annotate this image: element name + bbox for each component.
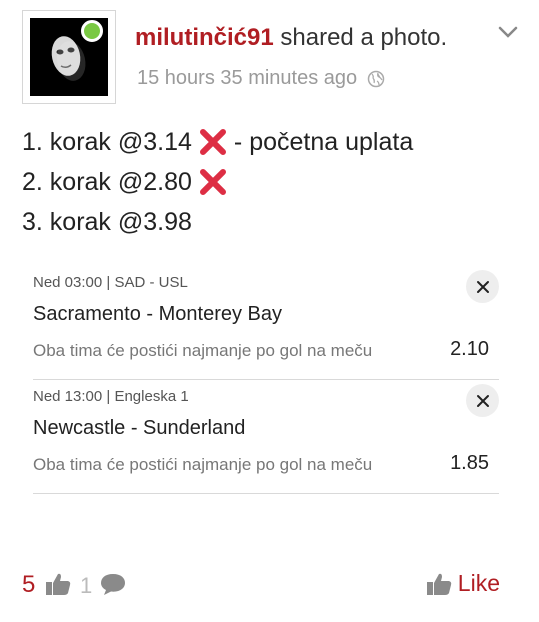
- like-label: Like: [457, 570, 500, 596]
- cross-mark-icon: [199, 129, 226, 155]
- cross-mark-icon: [199, 169, 226, 195]
- close-icon: [476, 280, 489, 293]
- thumbs-up-icon: [426, 573, 452, 595]
- bet-match: Sacramento - Monterey Bay: [33, 303, 282, 325]
- message-line-suffix: - početna uplata: [233, 128, 414, 156]
- post-header: milutinčić91 shared a photo. 15 hours 35…: [22, 10, 522, 106]
- bet-match: Newcastle - Sunderland: [33, 417, 246, 439]
- bet-ticket: Ned 03:00 | SAD - USL Sacramento - Monte…: [33, 266, 499, 494]
- bet-meta: Ned 03:00 | SAD - USL: [33, 274, 188, 291]
- bet-row: Ned 13:00 | Engleska 1 Newcastle - Sunde…: [33, 380, 499, 494]
- thumbs-up-icon: [46, 573, 71, 595]
- bet-meta: Ned 13:00 | Engleska 1: [33, 388, 189, 405]
- username-link[interactable]: milutinčić91: [135, 24, 274, 51]
- chevron-down-icon[interactable]: [497, 24, 519, 40]
- remove-bet-button[interactable]: [466, 270, 499, 303]
- message-line-text: 1. korak @3.14: [22, 128, 192, 156]
- post-action: shared a photo.: [273, 24, 448, 51]
- message-line: 3. korak @3.98: [22, 202, 522, 242]
- post-title: milutinčić91 shared a photo.: [135, 24, 447, 52]
- post-timestamp: 15 hours 35 minutes ago: [137, 67, 385, 90]
- message-line-text: 3. korak @3.98: [22, 208, 192, 236]
- like-count[interactable]: 5: [22, 571, 35, 599]
- remove-bet-button[interactable]: [466, 384, 499, 417]
- avatar[interactable]: [22, 10, 116, 104]
- globe-icon: [367, 70, 385, 87]
- comment-count[interactable]: 1: [80, 573, 92, 599]
- bet-odds: 1.85: [450, 452, 489, 474]
- message-line: 1. korak @3.14 - početna uplata: [22, 122, 522, 162]
- speech-bubble-icon[interactable]: [99, 572, 127, 596]
- like-button[interactable]: Like: [426, 570, 500, 597]
- timestamp-text[interactable]: 15 hours 35 minutes ago: [137, 67, 357, 90]
- close-icon: [476, 394, 489, 407]
- bet-row: Ned 03:00 | SAD - USL Sacramento - Monte…: [33, 266, 499, 380]
- bet-market: Oba tima će postići najmanje po gol na m…: [33, 455, 373, 474]
- online-status-indicator: [81, 20, 103, 42]
- message-line-text: 2. korak @2.80: [22, 168, 192, 196]
- message-line: 2. korak @2.80: [22, 162, 522, 202]
- bet-odds: 2.10: [450, 338, 489, 360]
- post-footer: 5 1 Like: [22, 568, 500, 604]
- bet-market: Oba tima će postići najmanje po gol na m…: [33, 341, 373, 360]
- post-message: 1. korak @3.14 - početna uplata 2. korak…: [22, 122, 522, 242]
